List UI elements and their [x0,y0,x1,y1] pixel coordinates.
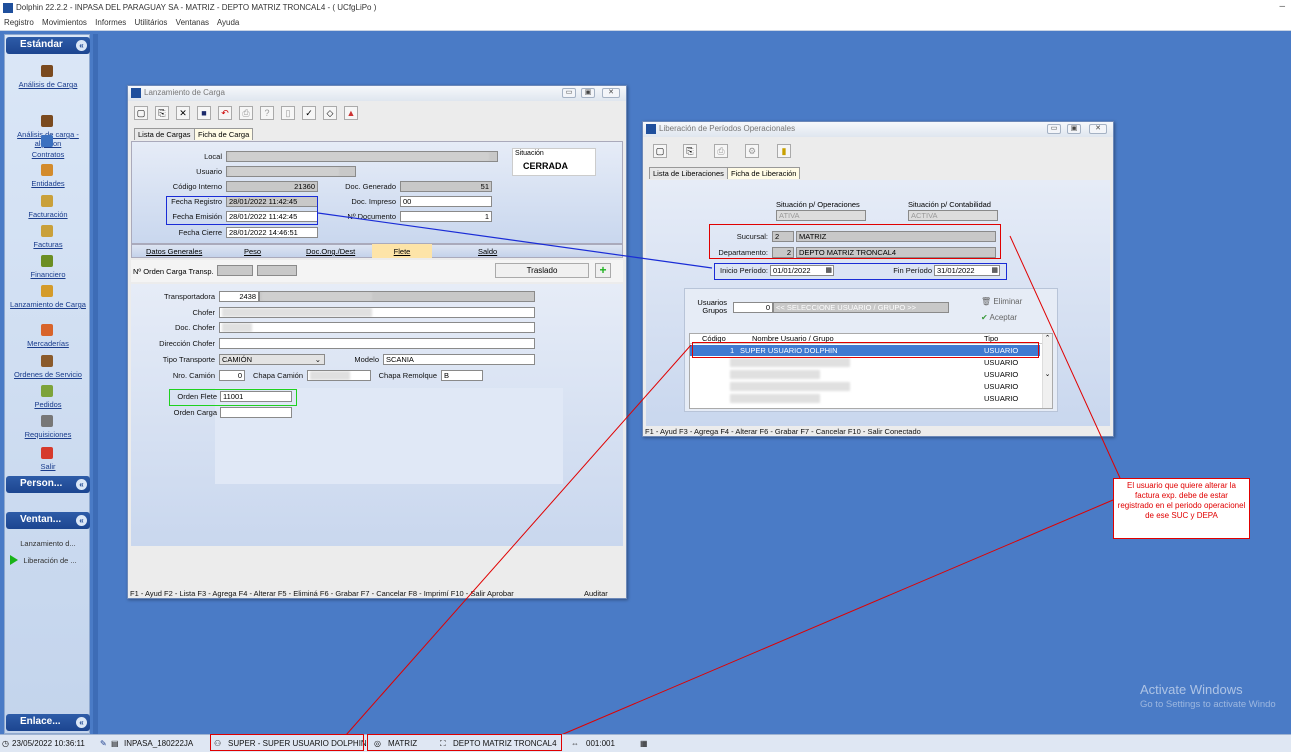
clock-icon: ◷ [2,739,9,748]
activate-windows-title: Activate Windows [1140,682,1243,697]
location-status-highlight-box [367,734,562,751]
red-connector-user [345,344,692,736]
bottom-status-bar: ◷ 23/05/2022 10:36:11 ✎ ▤ INPASA_180222J… [0,734,1291,752]
blue-connector-line [317,212,713,269]
network-icon: ⇔ [571,739,579,748]
grid-icon: ▦ [640,739,648,748]
database-label: INPASA_180222JA [124,739,194,748]
activate-windows-subtitle: Go to Settings to activate Windo [1140,699,1276,710]
database-icon: ▤ [111,739,119,748]
code-label: 001:001 [586,739,615,748]
pen-icon: ✎ [100,739,107,748]
user-status-highlight-box [210,734,364,751]
red-connector-depto [560,499,1114,736]
annotation-lines [317,212,1121,736]
datetime-label: 23/05/2022 10:36:11 [12,739,85,748]
red-connector-sucursal [1009,235,1121,479]
